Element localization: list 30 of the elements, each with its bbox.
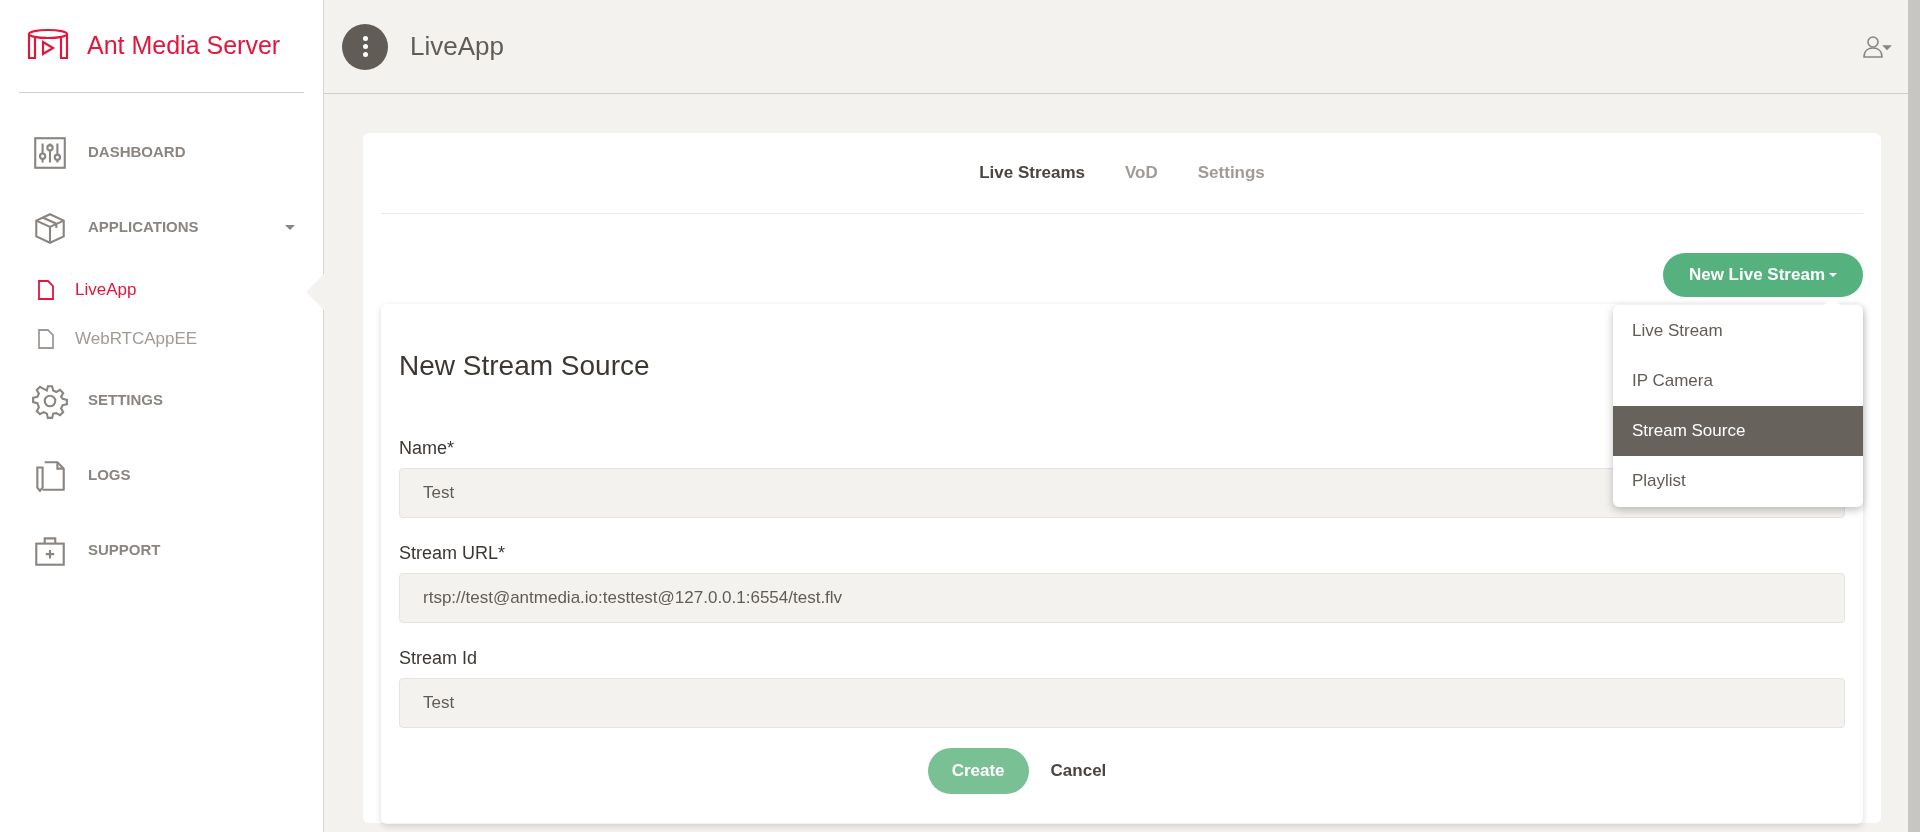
sidebar-item[interactable]: SUPPORT bbox=[0, 513, 323, 588]
menu-item[interactable]: Stream Source bbox=[1613, 406, 1863, 456]
tab[interactable]: Live Streams bbox=[979, 160, 1085, 186]
form-title: New Stream Source bbox=[399, 349, 650, 383]
brand-name: Ant Media Server bbox=[87, 30, 281, 62]
document-icon bbox=[38, 279, 54, 300]
sidebar-item[interactable]: DASHBOARD bbox=[0, 115, 323, 190]
field-label: Name* bbox=[399, 437, 455, 460]
new-live-stream-button[interactable]: New Live Stream bbox=[1662, 253, 1863, 297]
menu-item[interactable]: Live Stream bbox=[1613, 306, 1863, 356]
scrollbar[interactable] bbox=[1908, 0, 1920, 832]
field-label: Stream Id bbox=[399, 647, 478, 670]
sidebar-item[interactable]: LOGS bbox=[0, 438, 323, 513]
tab[interactable]: Settings bbox=[1197, 160, 1265, 186]
caret-icon bbox=[1829, 273, 1837, 277]
document-icon bbox=[38, 328, 54, 349]
cancel-button[interactable]: Cancel bbox=[1050, 758, 1107, 784]
sidebar-item[interactable]: APPLICATIONS bbox=[0, 190, 323, 265]
sidebar-item[interactable]: SETTINGS bbox=[0, 363, 323, 438]
app-item[interactable]: WebRTCAppEE bbox=[0, 314, 323, 363]
menu-item[interactable]: IP Camera bbox=[1613, 356, 1863, 406]
active-pointer bbox=[306, 274, 324, 310]
tab[interactable]: VoD bbox=[1125, 160, 1158, 186]
input-field[interactable]: rtsp://test@antmedia.io:testtest@127.0.0.1:6554/test.flv bbox=[399, 573, 1845, 623]
field-label: Stream URL* bbox=[399, 542, 506, 565]
app-item[interactable]: LiveApp bbox=[0, 265, 323, 314]
input-field[interactable]: Test bbox=[399, 678, 1845, 728]
user-menu-button[interactable] bbox=[1862, 34, 1892, 59]
menu-button[interactable] bbox=[342, 23, 388, 70]
page-title: LiveApp bbox=[410, 30, 504, 63]
